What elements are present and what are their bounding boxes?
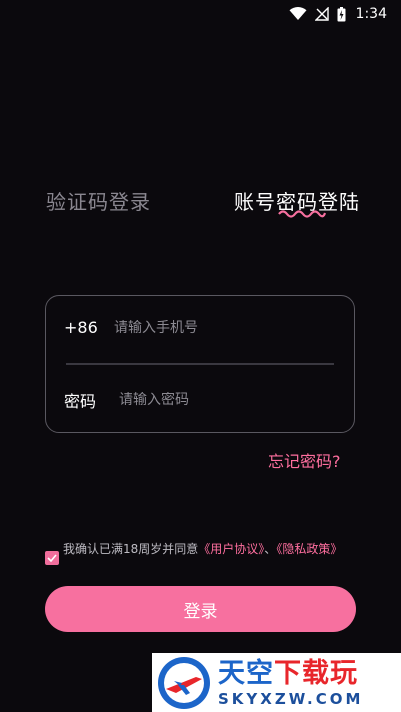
watermark: 天空下载玩 SKYXZW.COM [152, 653, 401, 712]
password-label: 密码 [64, 392, 97, 411]
check-icon [47, 554, 57, 562]
password-row: 密码 [64, 388, 319, 412]
forgot-password-link[interactable]: 忘记密码? [268, 448, 341, 472]
watermark-en: SKYXZW.COM [218, 689, 364, 708]
agreement-separator: 、 [264, 542, 277, 556]
watermark-text: 天空下载玩 SKYXZW.COM [218, 658, 363, 708]
status-bar: 1:34 [0, 0, 401, 28]
divider [66, 363, 334, 365]
password-input[interactable] [119, 392, 319, 408]
privacy-policy-link[interactable]: 《隐私政策》 [276, 542, 342, 556]
login-button[interactable]: 登录 [45, 586, 356, 632]
agreement-statement: 我确认已满18周岁并同意 [63, 542, 199, 556]
phone-row: +86 [64, 318, 314, 337]
agreement: 我确认已满18周岁并同意《用户协议》、《隐私政策》 [44, 541, 364, 565]
phone-input[interactable] [114, 319, 314, 336]
battery-charging-icon [337, 6, 346, 22]
login-tabs: 验证码登录 账号密码登陆 [0, 186, 401, 218]
country-code[interactable]: +86 [64, 318, 114, 337]
user-agreement-link[interactable]: 《用户协议》 [198, 542, 264, 556]
active-tab-squiggle-icon [278, 210, 326, 218]
watermark-cn-red: 下载玩 [274, 657, 358, 689]
status-time: 1:34 [355, 6, 387, 22]
agreement-checkbox[interactable] [45, 551, 59, 565]
skyxzw-logo-icon [158, 656, 210, 709]
login-form: +86 密码 [45, 295, 355, 433]
tab-sms-login[interactable]: 验证码登录 [46, 186, 151, 215]
no-signal-icon [314, 7, 329, 21]
agreement-text: 我确认已满18周岁并同意《用户协议》、《隐私政策》 [63, 541, 364, 558]
wifi-icon [289, 7, 307, 21]
watermark-cn: 天空下载玩 [218, 658, 363, 690]
watermark-cn-blue: 天空 [218, 657, 274, 689]
